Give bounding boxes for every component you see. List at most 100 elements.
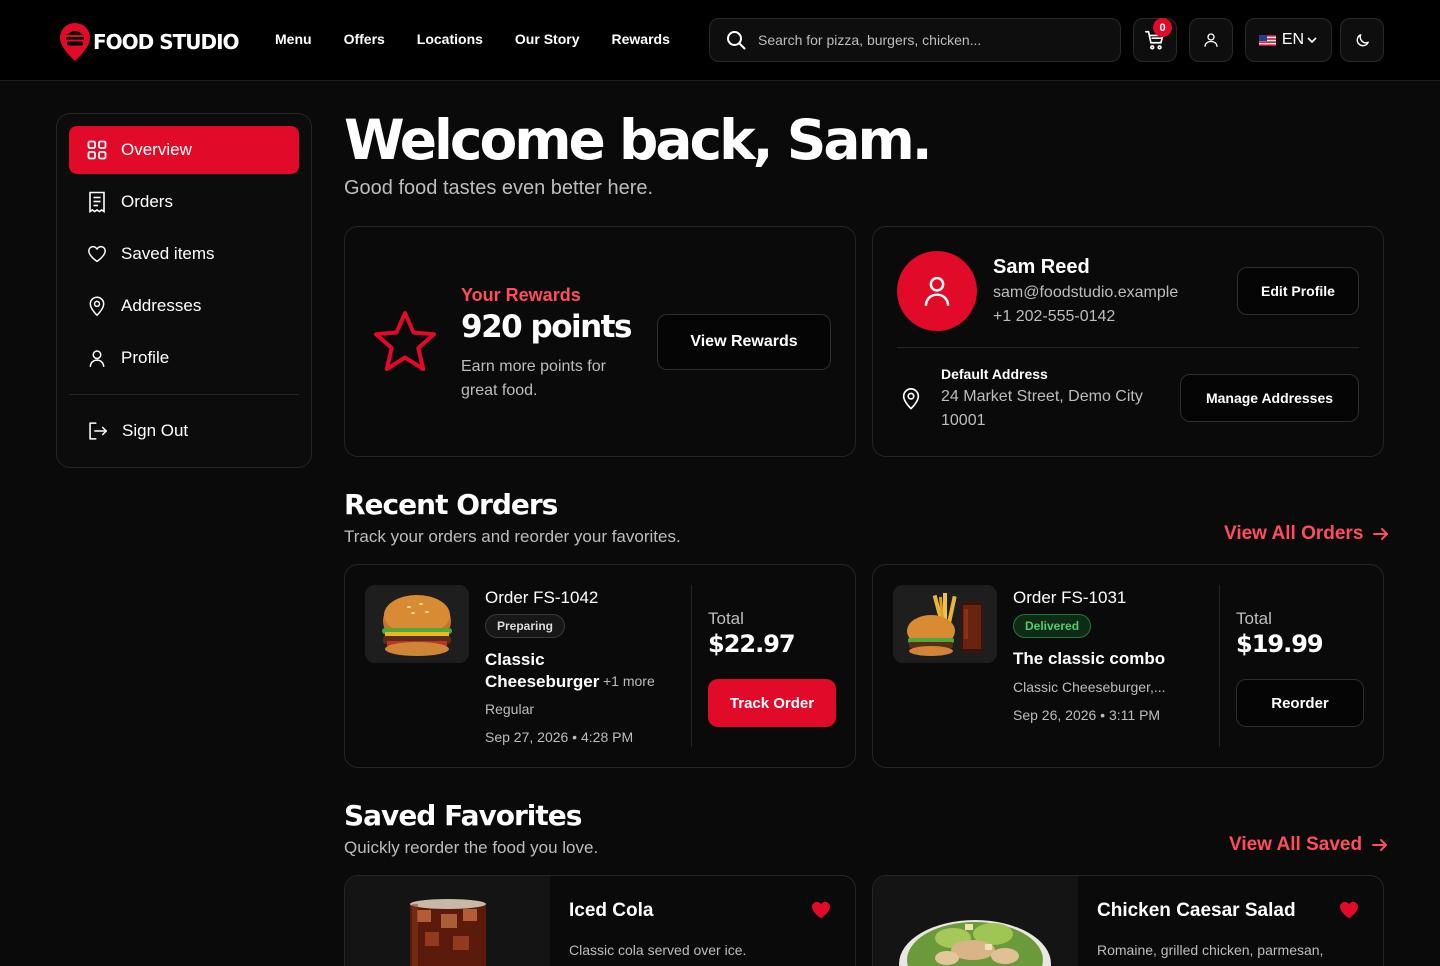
saved-item-card: Iced Cola Classic cola served over ice. <box>344 875 856 966</box>
saved-item-name: Iced Cola <box>569 900 654 921</box>
order-total: $22.97 <box>708 630 796 658</box>
order-more-items: +1 more <box>603 673 655 689</box>
moon-icon <box>1356 33 1369 46</box>
language-selector[interactable]: EN <box>1245 18 1332 62</box>
star-icon <box>374 311 436 371</box>
manage-addresses-button[interactable]: Manage Addresses <box>1180 374 1359 422</box>
view-all-saved-link[interactable]: View All Saved <box>1229 834 1388 856</box>
order-total-label: Total <box>1236 609 1272 628</box>
nav-our-story[interactable]: Our Story <box>515 31 580 47</box>
sidebar-item-profile[interactable]: Profile <box>69 334 299 382</box>
chevron-down-icon <box>1307 37 1317 44</box>
order-id: Order FS-1031 <box>1013 588 1127 607</box>
view-rewards-button[interactable]: View Rewards <box>657 314 831 370</box>
order-card: Order FS-1042 Preparing Classic Cheesebu… <box>344 564 856 768</box>
search-input[interactable] <box>758 32 1088 48</box>
brand-logo[interactable]: FOOD STUDIO <box>59 22 240 62</box>
saved-item-card: Chicken Caesar Salad Romaine, grilled ch… <box>872 875 1384 966</box>
account-button[interactable] <box>1189 18 1233 62</box>
order-card: Order FS-1031 Delivered The classic comb… <box>872 564 1384 768</box>
view-all-orders-label: View All Orders <box>1224 523 1364 544</box>
rewards-card: Your Rewards 920 points Earn more points… <box>344 226 856 457</box>
sign-out-icon <box>89 422 108 440</box>
cart-button[interactable]: 0 <box>1133 18 1177 62</box>
location-pin-icon <box>902 388 920 410</box>
rewards-description: Earn more points for great food. <box>461 358 606 399</box>
account-sidebar: Overview Orders Saved items Addresses Pr… <box>56 113 312 468</box>
default-address-value: 24 Market Street, Demo City 10001 <box>941 388 1143 429</box>
nav-offers[interactable]: Offers <box>344 31 385 47</box>
heart-filled-icon[interactable] <box>811 901 831 919</box>
order-item-name: Classic Cheeseburger <box>485 650 600 691</box>
grid-icon <box>87 140 107 160</box>
order-item-name: The classic combo <box>1013 649 1166 668</box>
burger-image <box>365 585 469 663</box>
order-date: Sep 26, 2026 • 3:11 PM <box>1013 707 1161 723</box>
saved-item-description: Classic cola served over ice. <box>569 942 747 958</box>
saved-favorites-subtitle: Quickly reorder the food you love. <box>344 838 599 857</box>
user-icon <box>1204 33 1218 47</box>
sidebar-item-overview[interactable]: Overview <box>69 126 299 174</box>
order-total-label: Total <box>708 609 744 628</box>
sidebar-item-label: Orders <box>121 192 173 211</box>
reorder-button[interactable]: Reorder <box>1236 679 1364 727</box>
track-order-button[interactable]: Track Order <box>708 679 836 727</box>
combo-image <box>893 585 997 663</box>
view-all-orders-link[interactable]: View All Orders <box>1224 523 1389 545</box>
language-code: EN <box>1281 31 1305 48</box>
sidebar-item-label: Addresses <box>121 296 202 315</box>
brand-name: FOOD STUDIO <box>93 30 240 54</box>
rewards-points: 920 points <box>461 309 632 345</box>
avatar <box>897 251 977 331</box>
edit-profile-button[interactable]: Edit Profile <box>1237 267 1359 315</box>
sign-out-button[interactable]: Sign Out <box>69 407 299 455</box>
saved-item-description: Romaine, grilled chicken, parmesan, <box>1097 942 1324 958</box>
default-address-label: Default Address <box>941 366 1048 382</box>
sidebar-item-label: Profile <box>121 348 170 367</box>
profile-phone: +1 202-555-0142 <box>993 308 1116 325</box>
logo-pin-icon <box>60 23 90 61</box>
order-date: Sep 27, 2026 • 4:28 PM <box>485 729 634 745</box>
sidebar-divider <box>69 394 299 395</box>
cart-count-badge: 0 <box>1153 18 1172 37</box>
page-subtitle: Good food tastes even better here. <box>344 177 654 199</box>
profile-name: Sam Reed <box>993 256 1090 278</box>
user-icon <box>89 349 105 367</box>
sign-out-label: Sign Out <box>122 421 189 440</box>
order-total: $19.99 <box>1236 630 1324 658</box>
profile-divider <box>897 347 1359 348</box>
arrow-right-icon <box>1372 839 1388 851</box>
order-divider <box>691 585 692 747</box>
user-icon <box>924 276 950 306</box>
saved-favorites-heading: Saved Favorites <box>344 799 582 832</box>
view-all-saved-label: View All Saved <box>1229 834 1363 855</box>
heart-filled-icon[interactable] <box>1339 901 1359 919</box>
arrow-right-icon <box>1373 528 1389 540</box>
order-details: Classic Cheeseburger,... <box>1013 679 1166 695</box>
sidebar-item-addresses[interactable]: Addresses <box>69 282 299 330</box>
recent-orders-subtitle: Track your orders and reorder your favor… <box>344 527 681 546</box>
theme-toggle[interactable] <box>1340 18 1384 62</box>
heart-icon <box>88 245 106 263</box>
profile-card: Sam Reed sam@foodstudio.example +1 202-5… <box>872 226 1384 457</box>
order-id: Order FS-1042 <box>485 588 599 607</box>
iced-cola-image <box>345 876 550 966</box>
search-icon <box>727 31 746 50</box>
page-title: Welcome back, Sam. <box>344 108 933 172</box>
status-badge-delivered: Delivered <box>1013 614 1092 638</box>
saved-item-name: Chicken Caesar Salad <box>1097 900 1296 921</box>
main-nav: Menu Offers Locations Our Story Rewards <box>275 31 670 47</box>
sidebar-item-label: Overview <box>121 140 192 159</box>
caesar-salad-image <box>873 876 1078 966</box>
top-header: FOOD STUDIO Menu Offers Locations Our St… <box>0 0 1440 81</box>
search-bar <box>709 18 1121 62</box>
profile-email: sam@foodstudio.example <box>993 284 1179 301</box>
us-flag-icon <box>1258 34 1276 46</box>
sidebar-item-orders[interactable]: Orders <box>69 178 299 226</box>
order-variant: Regular <box>485 701 535 717</box>
nav-rewards[interactable]: Rewards <box>612 31 670 47</box>
nav-locations[interactable]: Locations <box>417 31 483 47</box>
sidebar-item-saved[interactable]: Saved items <box>69 230 299 278</box>
sidebar-item-label: Saved items <box>121 244 215 263</box>
nav-menu[interactable]: Menu <box>275 31 312 47</box>
